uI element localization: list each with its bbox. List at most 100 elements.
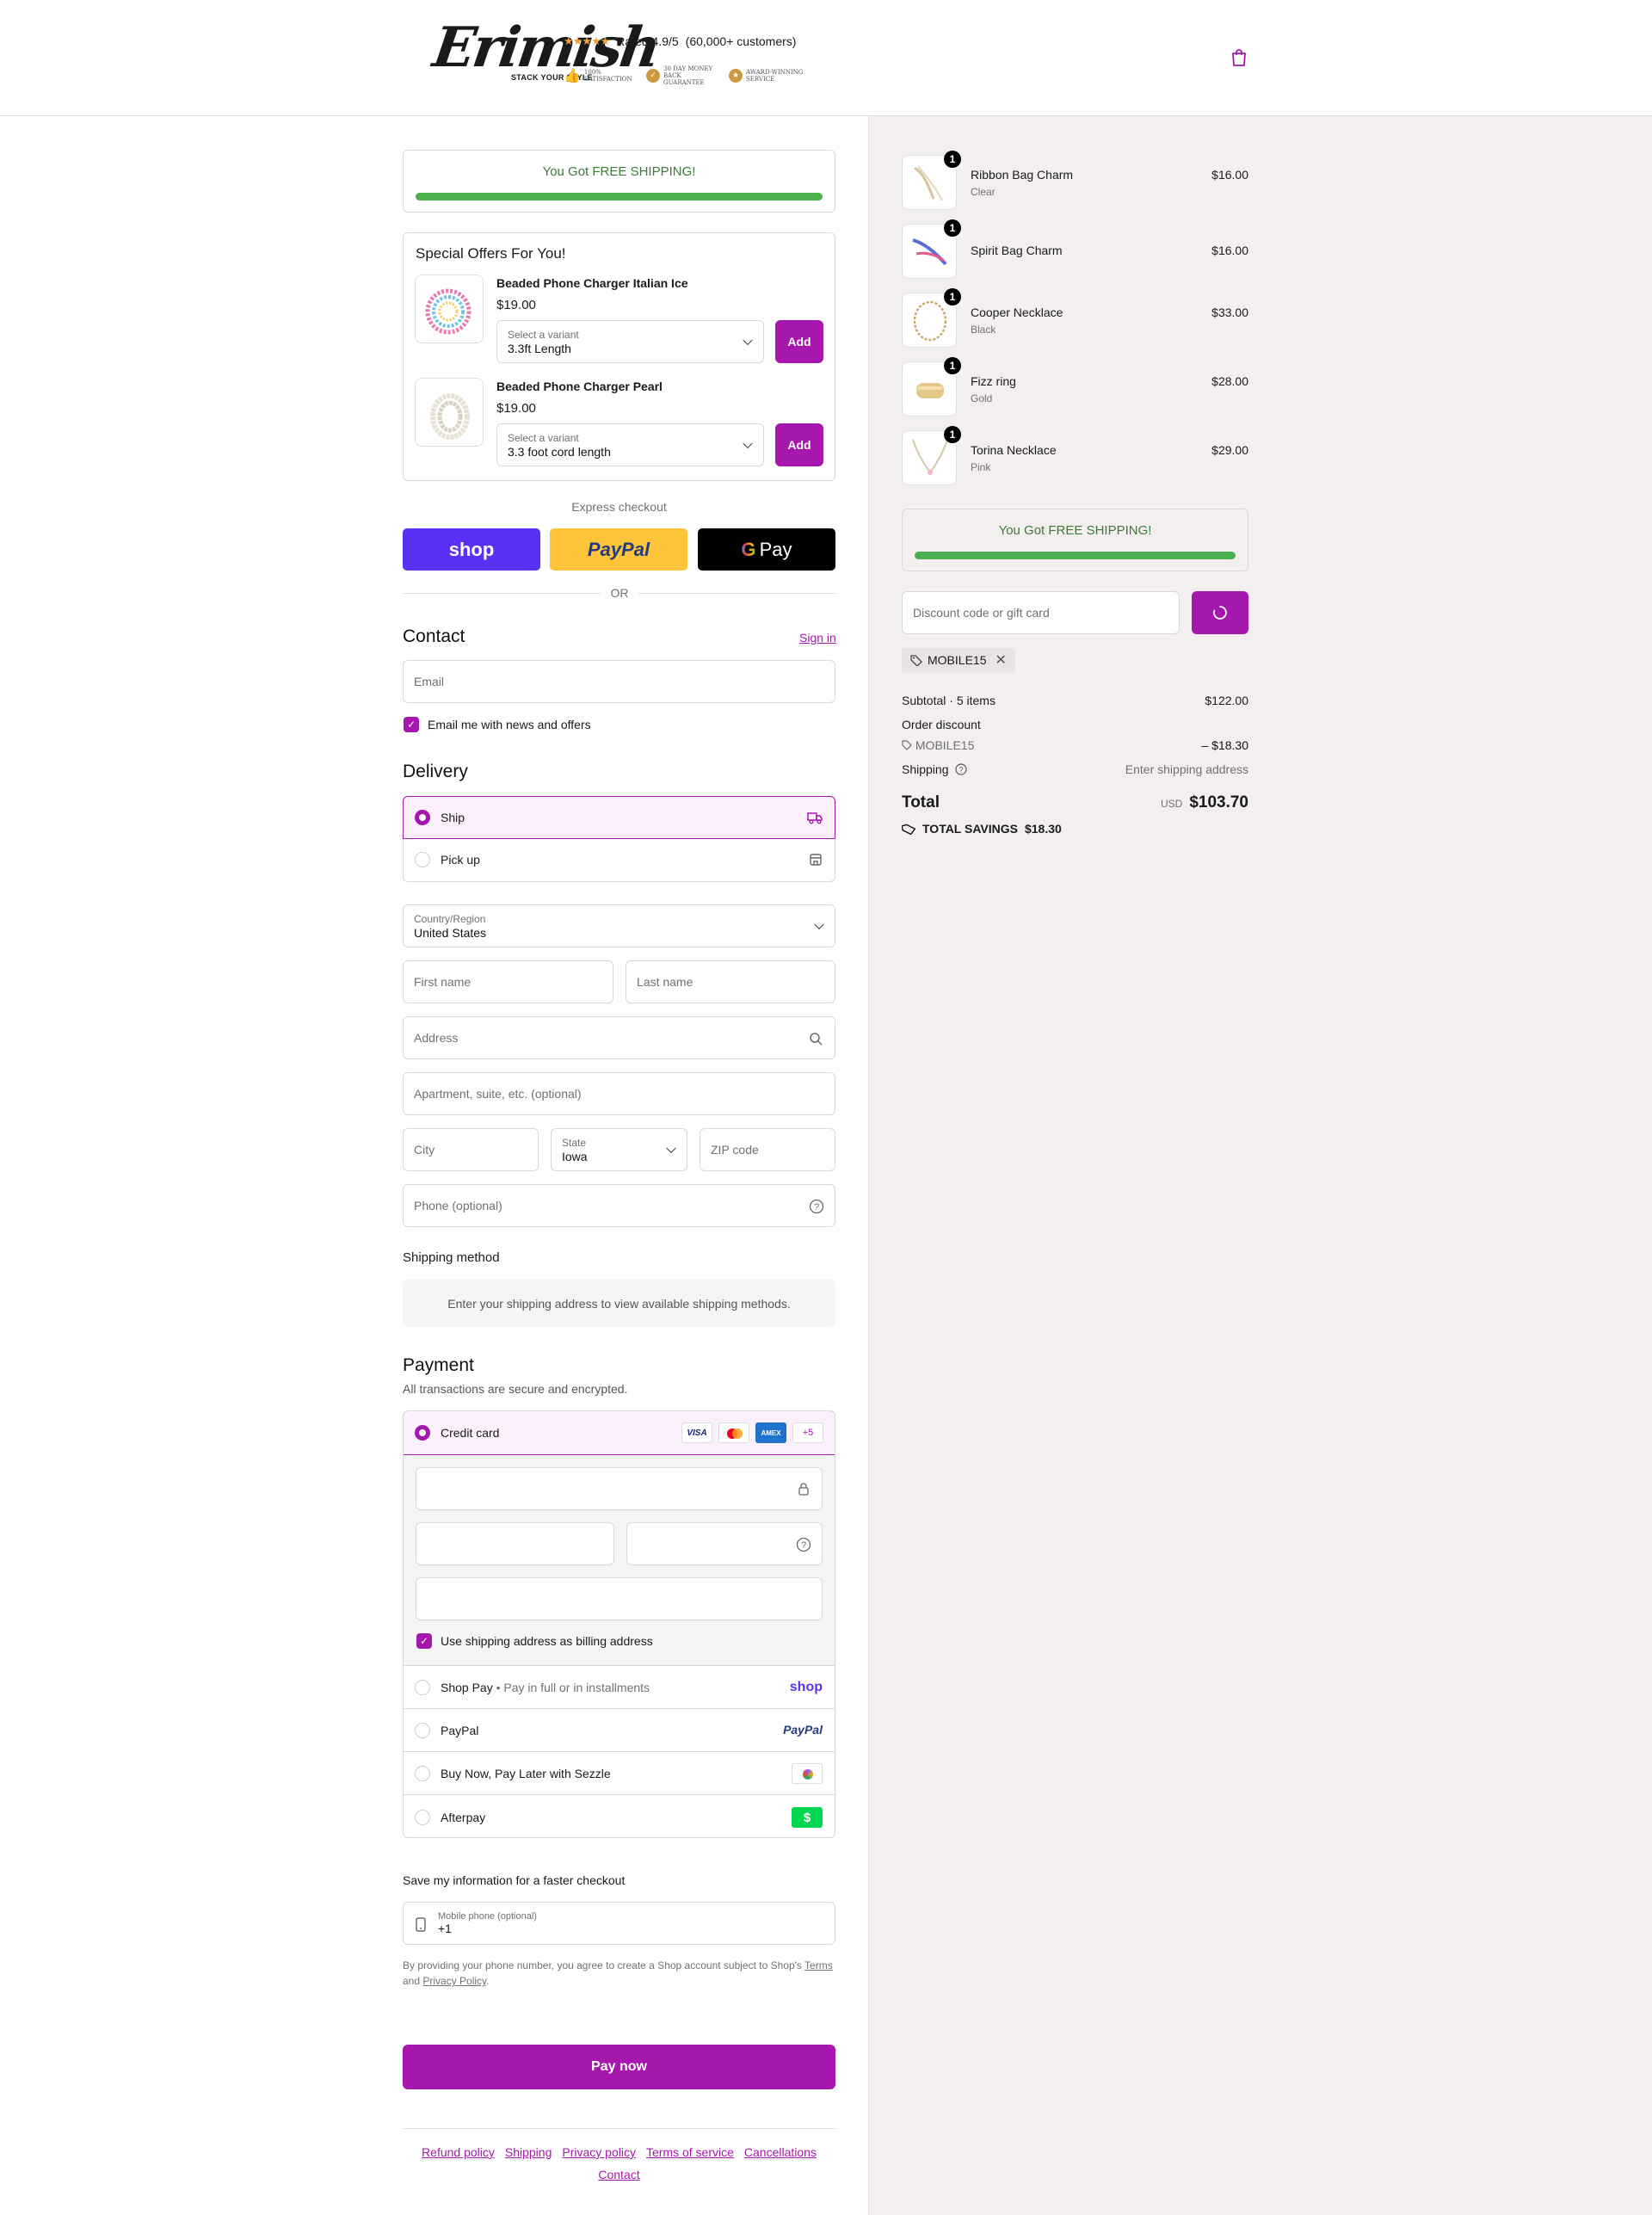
- spinner-icon: [1213, 606, 1227, 620]
- discount-code-field[interactable]: Discount code or gift card: [902, 591, 1180, 634]
- or-separator: OR: [610, 586, 629, 600]
- divider: [403, 593, 601, 594]
- security-code-field[interactable]: ?: [626, 1522, 823, 1565]
- shipping-link[interactable]: Shipping: [505, 2145, 552, 2159]
- terms-link[interactable]: Terms: [804, 1959, 833, 1971]
- save-info-heading: Save my information for a faster checkou…: [403, 1873, 626, 1887]
- terms-of-service-link[interactable]: Terms of service: [646, 2145, 734, 2159]
- item-price: $33.00: [1211, 305, 1248, 319]
- applied-discount-tag: MOBILE15 ✕: [902, 648, 1015, 672]
- offer-image: [415, 378, 484, 447]
- product-thumbnail: 1: [902, 426, 961, 485]
- cart-item: 1 Torina Necklace Pink $29.00: [902, 426, 1248, 485]
- offer-variant-select[interactable]: Select a variant 3.3ft Length: [496, 320, 764, 363]
- shop-pay-radio[interactable]: [415, 1680, 430, 1695]
- credit-card-radio[interactable]: [415, 1425, 430, 1441]
- privacy-policy-link[interactable]: Privacy policy: [562, 2145, 636, 2159]
- item-name: Fizz ring: [971, 374, 1016, 388]
- item-variant: Black: [971, 324, 996, 336]
- paypal-option[interactable]: PayPal PayPal: [404, 1708, 835, 1751]
- email-field[interactable]: Email: [403, 660, 835, 703]
- tag-icon: [902, 824, 915, 835]
- address-field[interactable]: Address: [403, 1016, 835, 1059]
- add-offer-button[interactable]: Add: [775, 320, 823, 363]
- svg-text:?: ?: [814, 1202, 819, 1212]
- shipping-method-message: Enter your shipping address to view avai…: [403, 1280, 835, 1327]
- zip-field[interactable]: ZIP code: [700, 1128, 835, 1171]
- product-thumbnail: 1: [902, 151, 961, 210]
- ship-option[interactable]: Ship: [403, 796, 835, 839]
- order-discount-row: Order discount: [902, 718, 981, 731]
- sezzle-icon: [792, 1763, 823, 1784]
- sezzle-option[interactable]: Buy Now, Pay Later with Sezzle: [404, 1751, 835, 1794]
- remove-discount-icon[interactable]: ✕: [995, 651, 1006, 669]
- beaded-charger-icon: [425, 288, 472, 335]
- last-name-field[interactable]: Last name: [626, 960, 835, 1003]
- paypal-button[interactable]: PayPal: [550, 528, 687, 571]
- offer-variant-select[interactable]: Select a variant 3.3 foot cord length: [496, 423, 764, 466]
- contact-link[interactable]: Contact: [598, 2168, 639, 2181]
- cancellations-link[interactable]: Cancellations: [744, 2145, 817, 2159]
- refund-policy-link[interactable]: Refund policy: [422, 2145, 495, 2159]
- ship-radio[interactable]: [415, 810, 430, 825]
- payment-subtitle: All transactions are secure and encrypte…: [403, 1382, 628, 1396]
- help-icon[interactable]: ?: [809, 1199, 824, 1214]
- shopping-bag-icon[interactable]: [1230, 48, 1248, 67]
- total-value: $103.70: [1189, 793, 1248, 811]
- mobile-phone-field[interactable]: Mobile phone (optional) +1: [403, 1902, 835, 1945]
- brand-logo[interactable]: Erimish STACK YOUR STYLE: [429, 15, 663, 89]
- add-offer-button[interactable]: Add: [775, 423, 823, 466]
- first-name-field[interactable]: First name: [403, 960, 613, 1003]
- country-select[interactable]: Country/Region United States: [403, 904, 835, 947]
- apply-discount-button[interactable]: [1192, 591, 1248, 634]
- tag-icon: [910, 655, 922, 666]
- rating-summary: ★★★★★ Rated 4.9/5 (60,000+ customers): [564, 34, 796, 48]
- shop-pay-option[interactable]: Shop Pay • Pay in full or in installment…: [404, 1665, 835, 1708]
- offer-price: $19.00: [496, 298, 536, 312]
- help-icon[interactable]: ?: [955, 763, 967, 775]
- svg-text:?: ?: [959, 766, 964, 774]
- amex-icon: AMEX: [755, 1422, 786, 1443]
- item-price: $16.00: [1211, 168, 1248, 182]
- card-number-field[interactable]: [416, 1467, 823, 1510]
- credit-card-option[interactable]: Credit card VISA AMEX +5: [404, 1411, 835, 1455]
- item-variant: Clear: [971, 186, 996, 198]
- total-savings: TOTAL SAVINGS $18.30: [902, 822, 1248, 836]
- city-field[interactable]: City: [403, 1128, 539, 1171]
- afterpay-radio[interactable]: [415, 1810, 430, 1825]
- badge-money-back: ✓ 30 DAY MONEY BACK GUARANTEE: [646, 65, 722, 86]
- item-name: Cooper Necklace: [971, 305, 1063, 319]
- shipping-method-heading: Shipping method: [403, 1250, 500, 1265]
- product-thumbnail: 1: [902, 219, 961, 279]
- cart-item: 1 Fizz ring Gold $28.00: [902, 357, 1248, 416]
- name-on-card-field[interactable]: [416, 1577, 823, 1620]
- news-checkbox[interactable]: ✓: [404, 717, 419, 732]
- offer-name: Beaded Phone Charger Italian Ice: [496, 276, 688, 290]
- afterpay-option[interactable]: Afterpay $: [404, 1794, 835, 1837]
- paypal-radio[interactable]: [415, 1723, 430, 1738]
- cart-item: 1 Spirit Bag Charm $16.00: [902, 219, 1248, 279]
- sign-in-link[interactable]: Sign in: [799, 631, 836, 645]
- payment-heading: Payment: [403, 1355, 474, 1375]
- tag-icon: [902, 740, 912, 750]
- sezzle-radio[interactable]: [415, 1766, 430, 1781]
- pickup-radio[interactable]: [415, 852, 430, 867]
- pickup-option[interactable]: Pick up: [403, 839, 835, 882]
- pay-now-button[interactable]: Pay now: [403, 2045, 835, 2089]
- apartment-field[interactable]: Apartment, suite, etc. (optional): [403, 1072, 835, 1115]
- express-checkout-title: Express checkout: [571, 500, 667, 514]
- pickup-label: Pick up: [441, 853, 480, 867]
- privacy-link[interactable]: Privacy Policy: [422, 1975, 486, 1987]
- phone-field[interactable]: Phone (optional) ?: [403, 1184, 835, 1227]
- award-icon: ★: [729, 69, 743, 83]
- svg-text:?: ?: [801, 1540, 806, 1551]
- quantity-badge: 1: [944, 288, 961, 305]
- expiry-field[interactable]: [416, 1522, 614, 1565]
- help-icon[interactable]: ?: [796, 1537, 811, 1552]
- google-pay-button[interactable]: G Pay: [698, 528, 835, 571]
- billing-checkbox[interactable]: ✓: [416, 1633, 432, 1649]
- offer-name: Beaded Phone Charger Pearl: [496, 379, 663, 393]
- shop-pay-button[interactable]: shop: [403, 528, 540, 571]
- pearl-charger-icon: [430, 393, 470, 440]
- state-select[interactable]: State Iowa: [551, 1128, 687, 1171]
